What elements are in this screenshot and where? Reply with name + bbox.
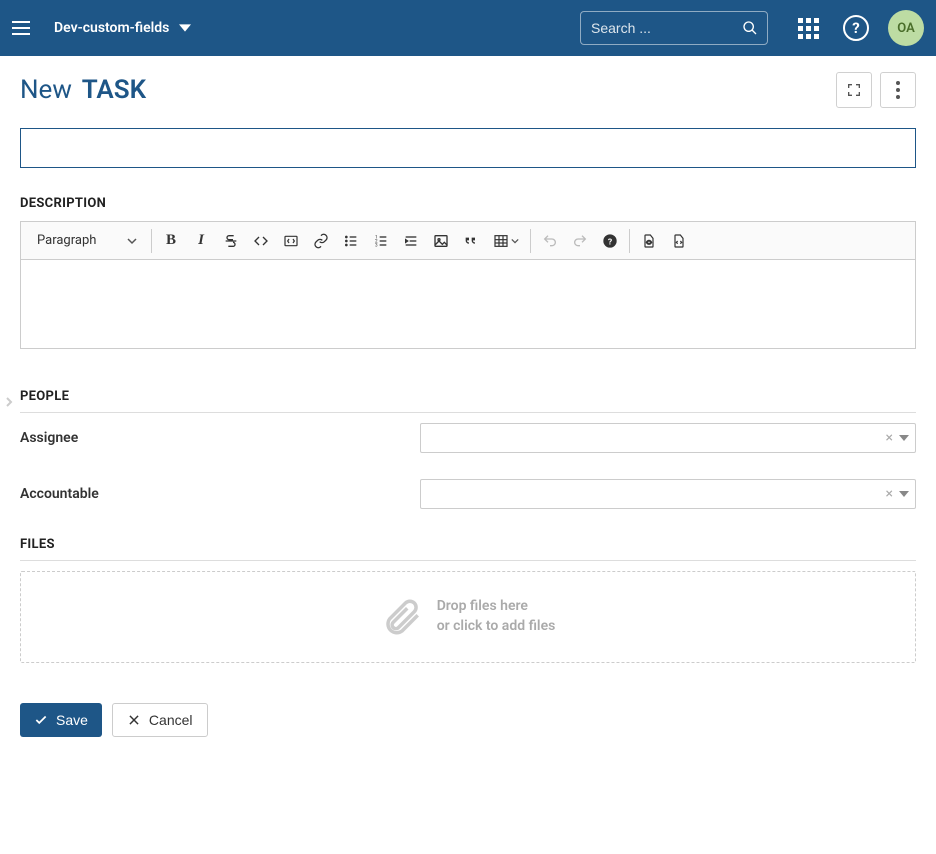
form-actions: Save Cancel [20, 703, 916, 737]
numbered-list-icon: 123 [373, 233, 389, 249]
undo-icon [542, 233, 558, 249]
app-header: Dev-custom-fields ? OA [0, 0, 936, 56]
caret-down-icon [899, 489, 909, 499]
project-name: Dev-custom-fields [54, 20, 169, 36]
table-icon [493, 233, 509, 249]
assignee-label: Assignee [20, 430, 420, 446]
link-icon [313, 233, 329, 249]
strikethrough-button[interactable] [216, 226, 246, 256]
redo-icon [572, 233, 588, 249]
more-actions-button[interactable] [880, 72, 916, 108]
project-selector[interactable]: Dev-custom-fields [54, 20, 191, 36]
global-search [580, 11, 768, 45]
heading-select[interactable]: Paragraph [27, 227, 147, 255]
save-label: Save [56, 712, 88, 728]
source-button[interactable] [664, 226, 694, 256]
fullscreen-icon [846, 82, 862, 98]
code-button[interactable] [246, 226, 276, 256]
editor-help-button[interactable]: ? [595, 226, 625, 256]
clear-icon[interactable]: × [886, 486, 893, 502]
preview-button[interactable] [634, 226, 664, 256]
page-title: New TASK [20, 75, 146, 105]
accountable-row: Accountable × [20, 479, 916, 509]
expand-chevron-icon[interactable] [4, 397, 14, 407]
caret-down-icon [179, 22, 191, 34]
numbered-list-button[interactable]: 123 [366, 226, 396, 256]
accountable-label: Accountable [20, 486, 420, 502]
source-icon [671, 233, 687, 249]
subject-input[interactable] [20, 128, 916, 168]
cancel-button[interactable]: Cancel [112, 703, 208, 737]
help-circle-icon: ? [602, 233, 618, 249]
page-title-row: New TASK [20, 72, 916, 108]
blockquote-button[interactable] [456, 226, 486, 256]
heading-select-label: Paragraph [37, 233, 96, 248]
preview-icon [641, 233, 657, 249]
redo-button[interactable] [565, 226, 595, 256]
caret-down-icon [899, 433, 909, 443]
editor-toolbar: Paragraph B I 123 [21, 222, 915, 260]
bullet-list-icon [343, 233, 359, 249]
cancel-label: Cancel [149, 712, 193, 728]
bold-button[interactable]: B [156, 226, 186, 256]
code-icon [253, 233, 269, 249]
bold-icon: B [166, 232, 176, 249]
search-input[interactable] [580, 11, 768, 45]
apps-grid-icon [798, 18, 819, 39]
italic-icon: I [198, 232, 204, 249]
description-section-label: DESCRIPTION [20, 196, 916, 211]
accountable-select[interactable]: × [420, 479, 916, 509]
title-new: New [20, 75, 72, 105]
bullet-list-button[interactable] [336, 226, 366, 256]
apps-menu-button[interactable] [792, 12, 824, 44]
file-dropzone[interactable]: Drop files here or click to add files [20, 571, 916, 663]
close-icon [127, 713, 141, 727]
italic-button[interactable]: I [186, 226, 216, 256]
assignee-select[interactable]: × [420, 423, 916, 453]
chevron-down-icon [511, 233, 519, 249]
chevron-down-icon [127, 236, 137, 246]
dropzone-text: Drop files here or click to add files [437, 597, 556, 636]
image-icon [433, 233, 449, 249]
save-button[interactable]: Save [20, 703, 102, 737]
fullscreen-button[interactable] [836, 72, 872, 108]
dropzone-line2: or click to add files [437, 617, 556, 637]
image-button[interactable] [426, 226, 456, 256]
menu-toggle-button[interactable] [12, 16, 36, 40]
indent-button[interactable] [396, 226, 426, 256]
attachment-icon [381, 596, 423, 638]
people-section-label: PEOPLE [20, 389, 916, 413]
codeblock-icon [283, 233, 299, 249]
codeblock-button[interactable] [276, 226, 306, 256]
table-button[interactable] [486, 226, 526, 256]
indent-icon [403, 233, 419, 249]
description-editor: Paragraph B I 123 [20, 221, 916, 349]
clear-icon[interactable]: × [886, 430, 893, 446]
svg-text:?: ? [608, 237, 612, 247]
search-icon [742, 20, 758, 36]
help-icon: ? [843, 15, 869, 41]
check-icon [34, 713, 48, 727]
user-avatar[interactable]: OA [888, 10, 924, 46]
more-vertical-icon [896, 81, 900, 99]
link-button[interactable] [306, 226, 336, 256]
dropzone-line1: Drop files here [437, 597, 556, 617]
editor-textarea[interactable] [21, 260, 915, 348]
files-section-label: FILES [20, 537, 916, 561]
undo-button[interactable] [535, 226, 565, 256]
quote-icon [463, 233, 479, 249]
strikethrough-icon [223, 233, 239, 249]
assignee-row: Assignee × [20, 423, 916, 453]
help-button[interactable]: ? [840, 12, 872, 44]
title-type: TASK [82, 75, 146, 105]
svg-text:3: 3 [375, 242, 378, 248]
